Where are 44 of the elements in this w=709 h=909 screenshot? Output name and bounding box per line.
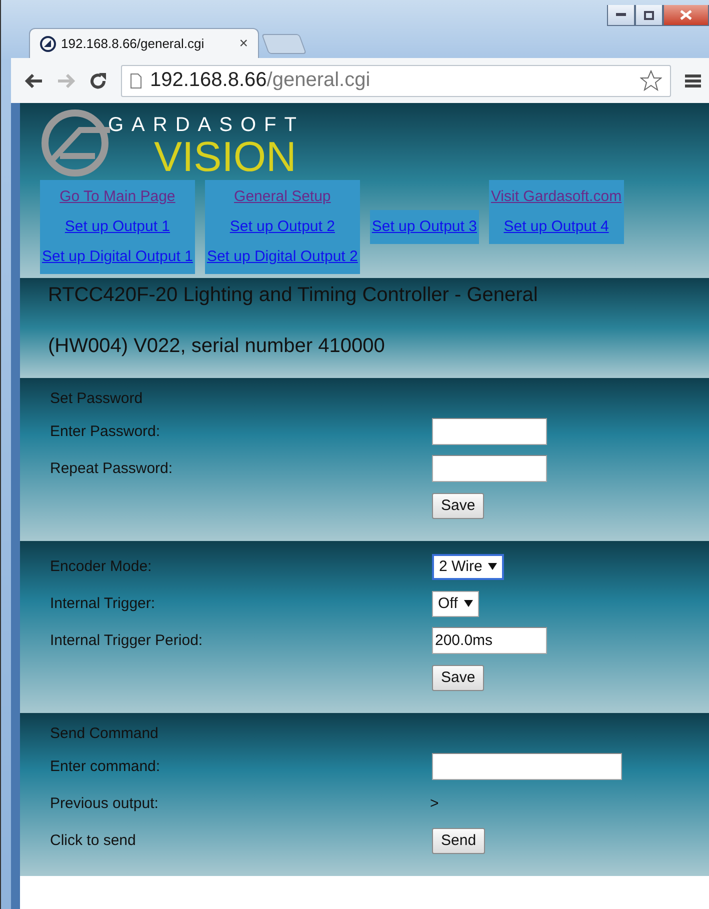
url-path: /general.cgi <box>266 69 370 92</box>
dropdown[interactable]: 2 Wire <box>432 554 504 580</box>
caret-icon <box>464 600 473 607</box>
star-icon[interactable] <box>640 70 662 92</box>
address-bar[interactable]: 192.168.8.66/general.cgi <box>121 64 671 96</box>
field-label: Enter Password: <box>50 423 162 440</box>
input-field[interactable] <box>432 753 622 780</box>
close-icon <box>680 10 692 20</box>
close-button[interactable] <box>663 5 709 26</box>
menu-icon[interactable] <box>685 74 701 88</box>
tab-close[interactable]: × <box>239 35 248 52</box>
field-label: Enter command: <box>50 758 162 775</box>
minimize-button[interactable] <box>607 5 635 26</box>
dropdown[interactable]: Off <box>432 590 479 616</box>
output-text: > <box>430 795 440 812</box>
input-field[interactable] <box>432 418 547 445</box>
maximize-icon <box>644 10 654 20</box>
caret-icon <box>488 563 498 570</box>
field-label: Internal Trigger Period: <box>50 632 204 649</box>
page-icon <box>130 72 142 88</box>
action-button[interactable]: Send <box>432 828 486 854</box>
field-label: Repeat Password: <box>50 460 174 477</box>
input-field[interactable]: 200.0ms <box>432 627 547 654</box>
logo-text: GARDASOFT <box>108 114 304 136</box>
field-label: Click to send <box>50 832 137 849</box>
url-host: 192.168.8.66 <box>150 69 267 92</box>
page-title: (HW004) V022, serial number 410000 <box>48 335 386 358</box>
input-field[interactable] <box>432 455 547 482</box>
tab-title: 192.168.8.66/general.cgi <box>61 36 206 51</box>
minimize-icon <box>616 13 626 17</box>
logo-icon <box>40 36 56 52</box>
browser-tab[interactable]: 192.168.8.66/general.cgi × <box>29 28 259 58</box>
field-label: Previous output: <box>50 795 160 812</box>
section-title: Set Password <box>50 390 144 408</box>
back-icon[interactable] <box>25 74 43 88</box>
action-button[interactable]: Save <box>432 664 484 690</box>
section-title: Send Command <box>50 725 160 743</box>
action-button[interactable]: Save <box>432 492 484 518</box>
page-title: RTCC420F-20 Lighting and Timing Controller - General <box>48 284 539 307</box>
field-label: Encoder Mode: <box>50 558 153 575</box>
field-label: Internal Trigger: <box>50 595 156 612</box>
logo-text: VISION <box>154 136 298 178</box>
maximize-button[interactable] <box>635 5 663 26</box>
reload-icon[interactable] <box>89 72 107 90</box>
